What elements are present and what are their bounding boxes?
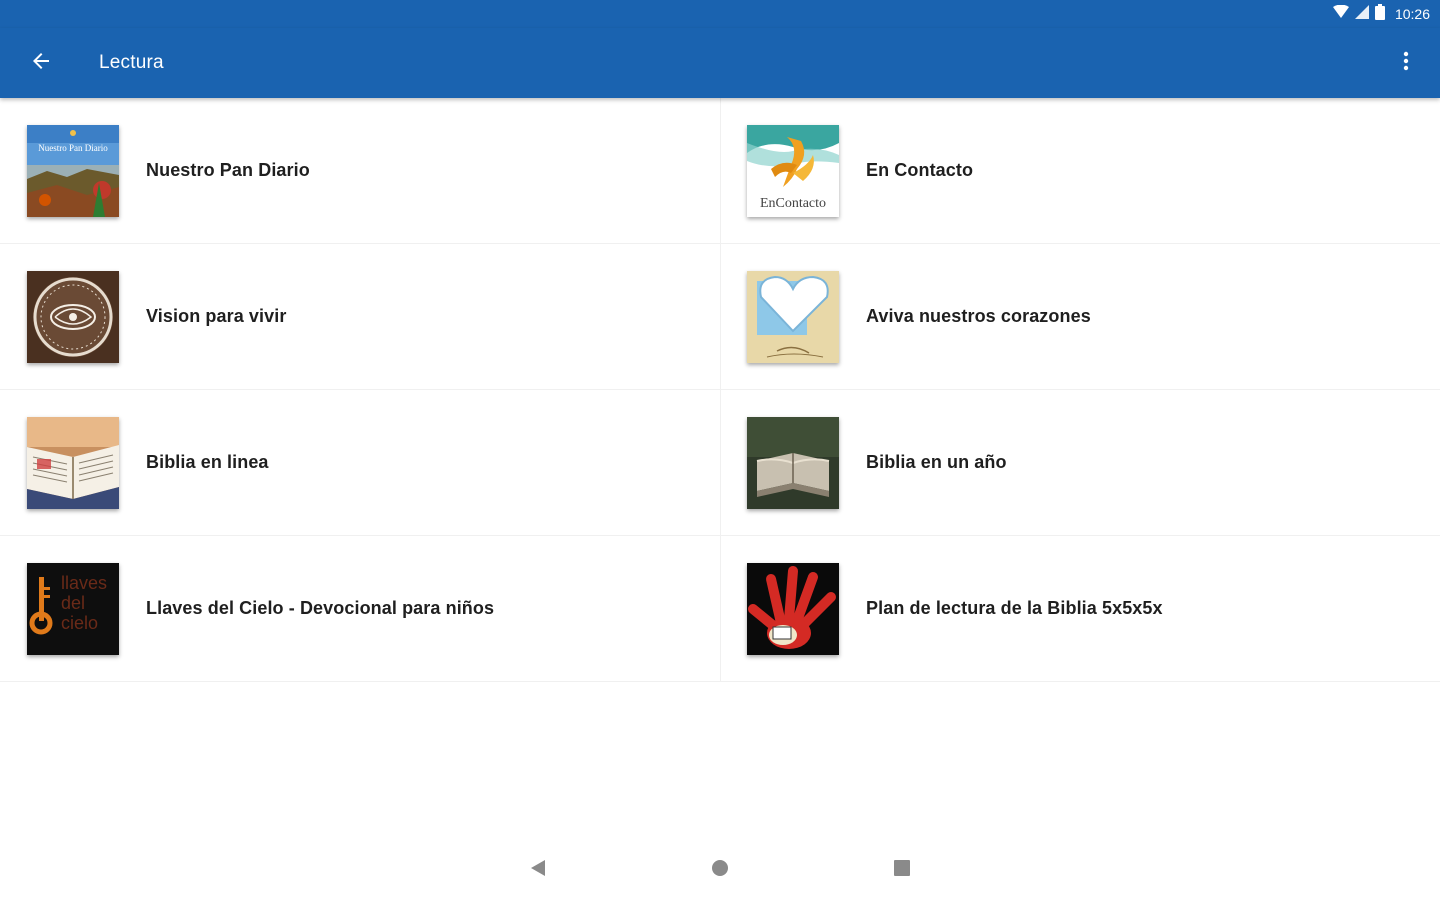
overflow-menu-button[interactable]	[1382, 39, 1430, 87]
svg-text:cielo: cielo	[61, 613, 98, 633]
thumbnail-caption: EnContacto	[760, 196, 826, 211]
list-item-label: En Contacto	[866, 160, 974, 180]
list-item-label: Biblia en un año	[866, 452, 1007, 472]
list-item-label: Nuestro Pan Diario	[146, 160, 310, 180]
navigation-bar	[0, 840, 1440, 900]
page-title: Lectura	[99, 52, 164, 73]
status-bar: 10:26	[0, 0, 1440, 28]
llaves-del-cielo-thumbnail: llaves del cielo	[27, 562, 119, 655]
list-item-plan-de-lectura-5x5x5x[interactable]: Plan de lectura de la Biblia 5x5x5x	[721, 536, 1440, 682]
list-item-llaves-del-cielo[interactable]: llaves del cielo Llaves del Cielo - Devo…	[0, 536, 721, 682]
svg-text:del: del	[61, 593, 85, 613]
list-item-label: Llaves del Cielo - Devocional para niños	[146, 598, 495, 618]
svg-text:llaves: llaves	[61, 573, 107, 593]
back-button[interactable]	[13, 35, 69, 91]
aviva-nuestros-corazones-thumbnail	[747, 270, 839, 363]
nav-home-button[interactable]	[690, 840, 750, 900]
nav-recents-icon	[893, 859, 911, 882]
more-vert-icon	[1403, 51, 1409, 76]
app-bar: Lectura	[0, 28, 1440, 98]
reading-list: Nuestro Pan Diario Nuestro Pan Diario En…	[0, 98, 1440, 682]
biblia-en-linea-thumbnail	[27, 416, 119, 509]
en-contacto-thumbnail: EnContacto	[747, 124, 839, 217]
nav-back-button[interactable]	[508, 840, 568, 900]
list-item-en-contacto[interactable]: EnContacto En Contacto	[721, 98, 1440, 244]
list-item-aviva-nuestros-corazones[interactable]: Aviva nuestros corazones	[721, 244, 1440, 390]
list-item-label: Aviva nuestros corazones	[866, 306, 1091, 326]
nav-recents-button[interactable]	[872, 840, 932, 900]
list-item-label: Vision para vivir	[146, 306, 287, 326]
wifi-icon	[1332, 4, 1349, 24]
clock: 10:26	[1394, 6, 1430, 22]
plan-de-lectura-thumbnail	[747, 562, 839, 655]
list-item-biblia-en-un-ano[interactable]: Biblia en un año	[721, 390, 1440, 536]
nav-home-icon	[711, 859, 729, 882]
list-item-nuestro-pan-diario[interactable]: Nuestro Pan Diario Nuestro Pan Diario	[0, 98, 721, 244]
thumbnail-caption: Nuestro Pan Diario	[38, 143, 108, 153]
nuestro-pan-diario-thumbnail: Nuestro Pan Diario	[27, 124, 119, 217]
vision-para-vivir-thumbnail	[27, 270, 119, 363]
list-item-biblia-en-linea[interactable]: Biblia en linea	[0, 390, 721, 536]
nav-back-icon	[529, 859, 547, 882]
list-item-vision-para-vivir[interactable]: Vision para vivir	[0, 244, 721, 390]
biblia-en-un-ano-thumbnail	[747, 416, 839, 509]
battery-icon	[1374, 3, 1385, 25]
list-item-label: Biblia en linea	[146, 452, 269, 472]
list-item-label: Plan de lectura de la Biblia 5x5x5x	[866, 598, 1163, 618]
arrow-left-icon	[29, 49, 53, 78]
signal-icon	[1354, 4, 1369, 24]
